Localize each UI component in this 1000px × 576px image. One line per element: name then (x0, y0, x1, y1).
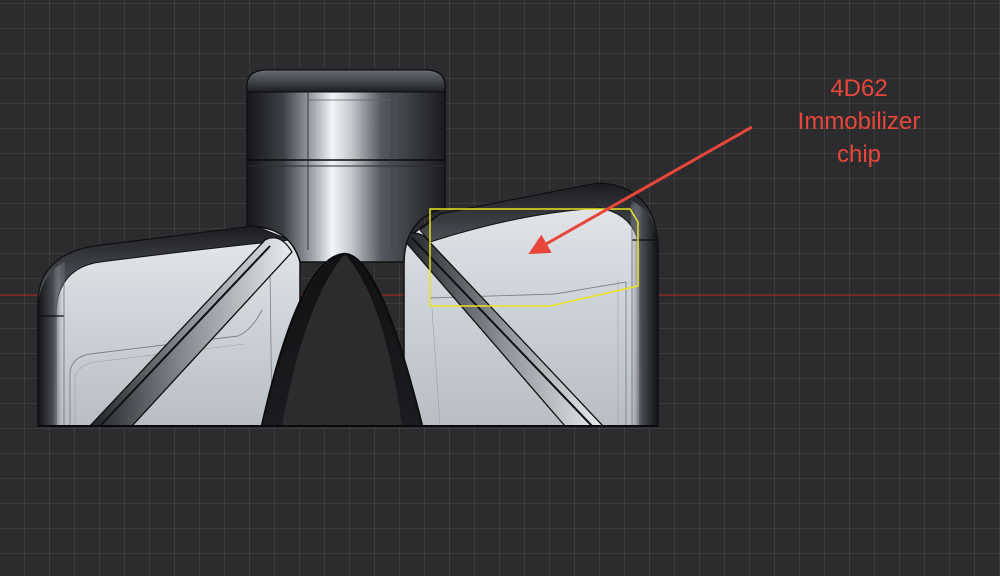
key-head-model[interactable] (37, 69, 659, 427)
annotation-label: 4D62 Immobilizer chip (770, 72, 948, 171)
cad-viewport[interactable]: 4D62 Immobilizer chip (0, 0, 1000, 576)
annotation-line-2: Immobilizer (797, 108, 921, 135)
annotation-line-3: chip (836, 141, 882, 168)
right-wing-side-shade (630, 200, 658, 426)
annotation-line-1: 4D62 (830, 75, 888, 102)
stem-top-cap (246, 69, 446, 93)
